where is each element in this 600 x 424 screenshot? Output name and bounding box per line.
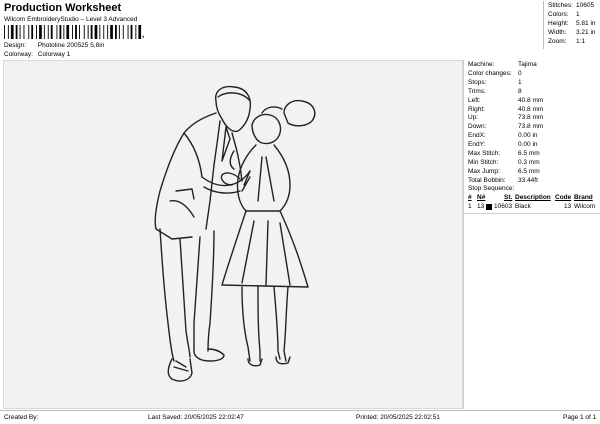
param-label: Right: xyxy=(468,105,485,113)
printed-date: Printed: 20/05/2025 22:02:51 xyxy=(356,414,440,421)
param-value: 6.5 mm xyxy=(518,167,540,175)
colorway-value: Colorway 1 xyxy=(37,51,71,58)
worksheet-title: Production Worksheet xyxy=(4,2,122,14)
param-label: Color changes: xyxy=(468,69,512,77)
row-description: Black xyxy=(515,203,531,210)
stop-sequence-title: Stop Sequence: xyxy=(468,185,515,192)
width-row: Width: 3.21 in xyxy=(548,29,596,36)
param-label: Left: xyxy=(468,96,481,104)
col-num-header: # xyxy=(468,194,472,201)
last-saved: Last Saved: 20/05/2025 22:02:47 xyxy=(148,414,244,421)
colorway-row: Colorway: Colorway 1 xyxy=(4,51,70,58)
param-row: Up: 73.8 mm xyxy=(468,114,543,122)
row-needle: 13 xyxy=(477,203,485,210)
sequence-divider xyxy=(464,213,600,214)
param-row: EndY: 0.00 in xyxy=(468,141,538,149)
col-st-header: St. xyxy=(504,194,513,201)
param-value: 0 xyxy=(518,69,522,77)
page-number: Page 1 of 1 xyxy=(563,414,597,421)
param-row: Min Stitch: 0.3 mm xyxy=(468,158,540,166)
param-label: Down: xyxy=(468,123,487,131)
design-row: Design: Photoline 200525 5,8in xyxy=(4,42,104,49)
design-preview xyxy=(3,60,463,409)
stitches-label: Stitches: xyxy=(548,2,573,9)
stitches-row: Stitches: 10605 xyxy=(548,2,594,9)
param-value: 73.8 mm xyxy=(518,114,544,122)
param-row: Right: 40.8 mm xyxy=(468,105,543,113)
software-subtitle: Wilcom EmbroideryStudio – Level 3 Advanc… xyxy=(4,16,138,23)
param-label: Stops: xyxy=(468,78,487,86)
col-brand-header: Brand xyxy=(574,194,593,201)
created-by: Created By: xyxy=(4,414,39,421)
colorway-label: Colorway: xyxy=(4,51,33,58)
param-row: Stops: 1 xyxy=(468,78,522,86)
param-row: Max Stitch: 6.5 mm xyxy=(468,150,540,157)
colors-row: Colors: 1 xyxy=(548,11,580,18)
color-swatch xyxy=(486,204,492,210)
param-row: EndX: 0.00 in xyxy=(468,132,538,140)
param-label: Trims: xyxy=(468,87,486,95)
width-label: Width: xyxy=(548,29,567,36)
height-row: Height: 5.81 in xyxy=(548,20,596,27)
param-value: 33.44ft xyxy=(518,176,538,184)
row-stitches: 10603 xyxy=(494,203,513,210)
param-value: 73.8 mm xyxy=(518,123,544,131)
param-value: 6.5 mm xyxy=(518,150,540,157)
param-row: Down: 73.8 mm xyxy=(468,123,543,131)
param-row: Trims: 8 xyxy=(468,87,522,95)
param-row: Total Bobbin: 33.44ft xyxy=(468,176,538,184)
param-value: Tajima xyxy=(518,61,537,68)
param-value: 0.00 in xyxy=(518,141,538,149)
col-code-header: Code xyxy=(555,194,572,201)
param-label: Total Bobbin: xyxy=(468,176,506,184)
param-value: 40.8 mm xyxy=(518,96,544,104)
col-description-header: Description xyxy=(515,194,551,201)
param-label: Up: xyxy=(468,114,479,122)
param-label: Machine: xyxy=(468,61,495,68)
param-label: EndX: xyxy=(468,132,486,140)
design-value: Photoline 200525 5,8in xyxy=(37,42,105,49)
param-value: 8 xyxy=(518,87,522,95)
zoom-value: 1:1 xyxy=(576,38,586,45)
zoom-row: Zoom: 1:1 xyxy=(548,38,585,45)
summary-box: Stitches: 10605 Colors: 1 Height: 5.81 i… xyxy=(543,1,599,49)
height-value: 5.81 in xyxy=(576,20,596,27)
parameters-panel: Total Bobbin: 33.44ft Max Jump: 6.5 mm Min S… xyxy=(463,60,600,409)
footer: Created By: Last Saved: 20/05/2025 22:02… xyxy=(0,410,600,424)
row-num: 1 xyxy=(468,203,472,210)
height-label: Height: xyxy=(548,20,569,27)
param-label: Max Jump: xyxy=(468,167,500,175)
param-row: Max Jump: 6.5 mm xyxy=(468,167,540,175)
colors-value: 1 xyxy=(576,11,580,18)
param-value: 0.00 in xyxy=(518,132,538,140)
stitches-value: 10605 xyxy=(576,2,595,9)
barcode xyxy=(4,25,142,39)
col-n-header: N# xyxy=(477,194,486,201)
colors-label: Colors: xyxy=(548,11,569,18)
param-value: 0.3 mm xyxy=(518,158,540,166)
row-brand: Wilcom xyxy=(574,203,596,210)
param-row: Left: 40.8 mm xyxy=(468,96,543,104)
row-code: 13 xyxy=(564,203,572,210)
param-value: 1 xyxy=(518,78,522,86)
barcode-suffix: , xyxy=(142,30,145,39)
design-label: Design: xyxy=(4,42,27,49)
param-label: Max Stitch: xyxy=(468,150,501,157)
width-value: 3.21 in xyxy=(576,29,596,36)
couple-kissing-artwork xyxy=(154,85,316,382)
param-row: Color changes: 0 xyxy=(468,69,522,77)
param-row: Machine: Tajima xyxy=(468,61,537,68)
param-label: Min Stitch: xyxy=(468,158,499,166)
zoom-label: Zoom: xyxy=(548,38,567,45)
param-value: 40.8 mm xyxy=(518,105,544,113)
param-label: EndY: xyxy=(468,141,486,149)
